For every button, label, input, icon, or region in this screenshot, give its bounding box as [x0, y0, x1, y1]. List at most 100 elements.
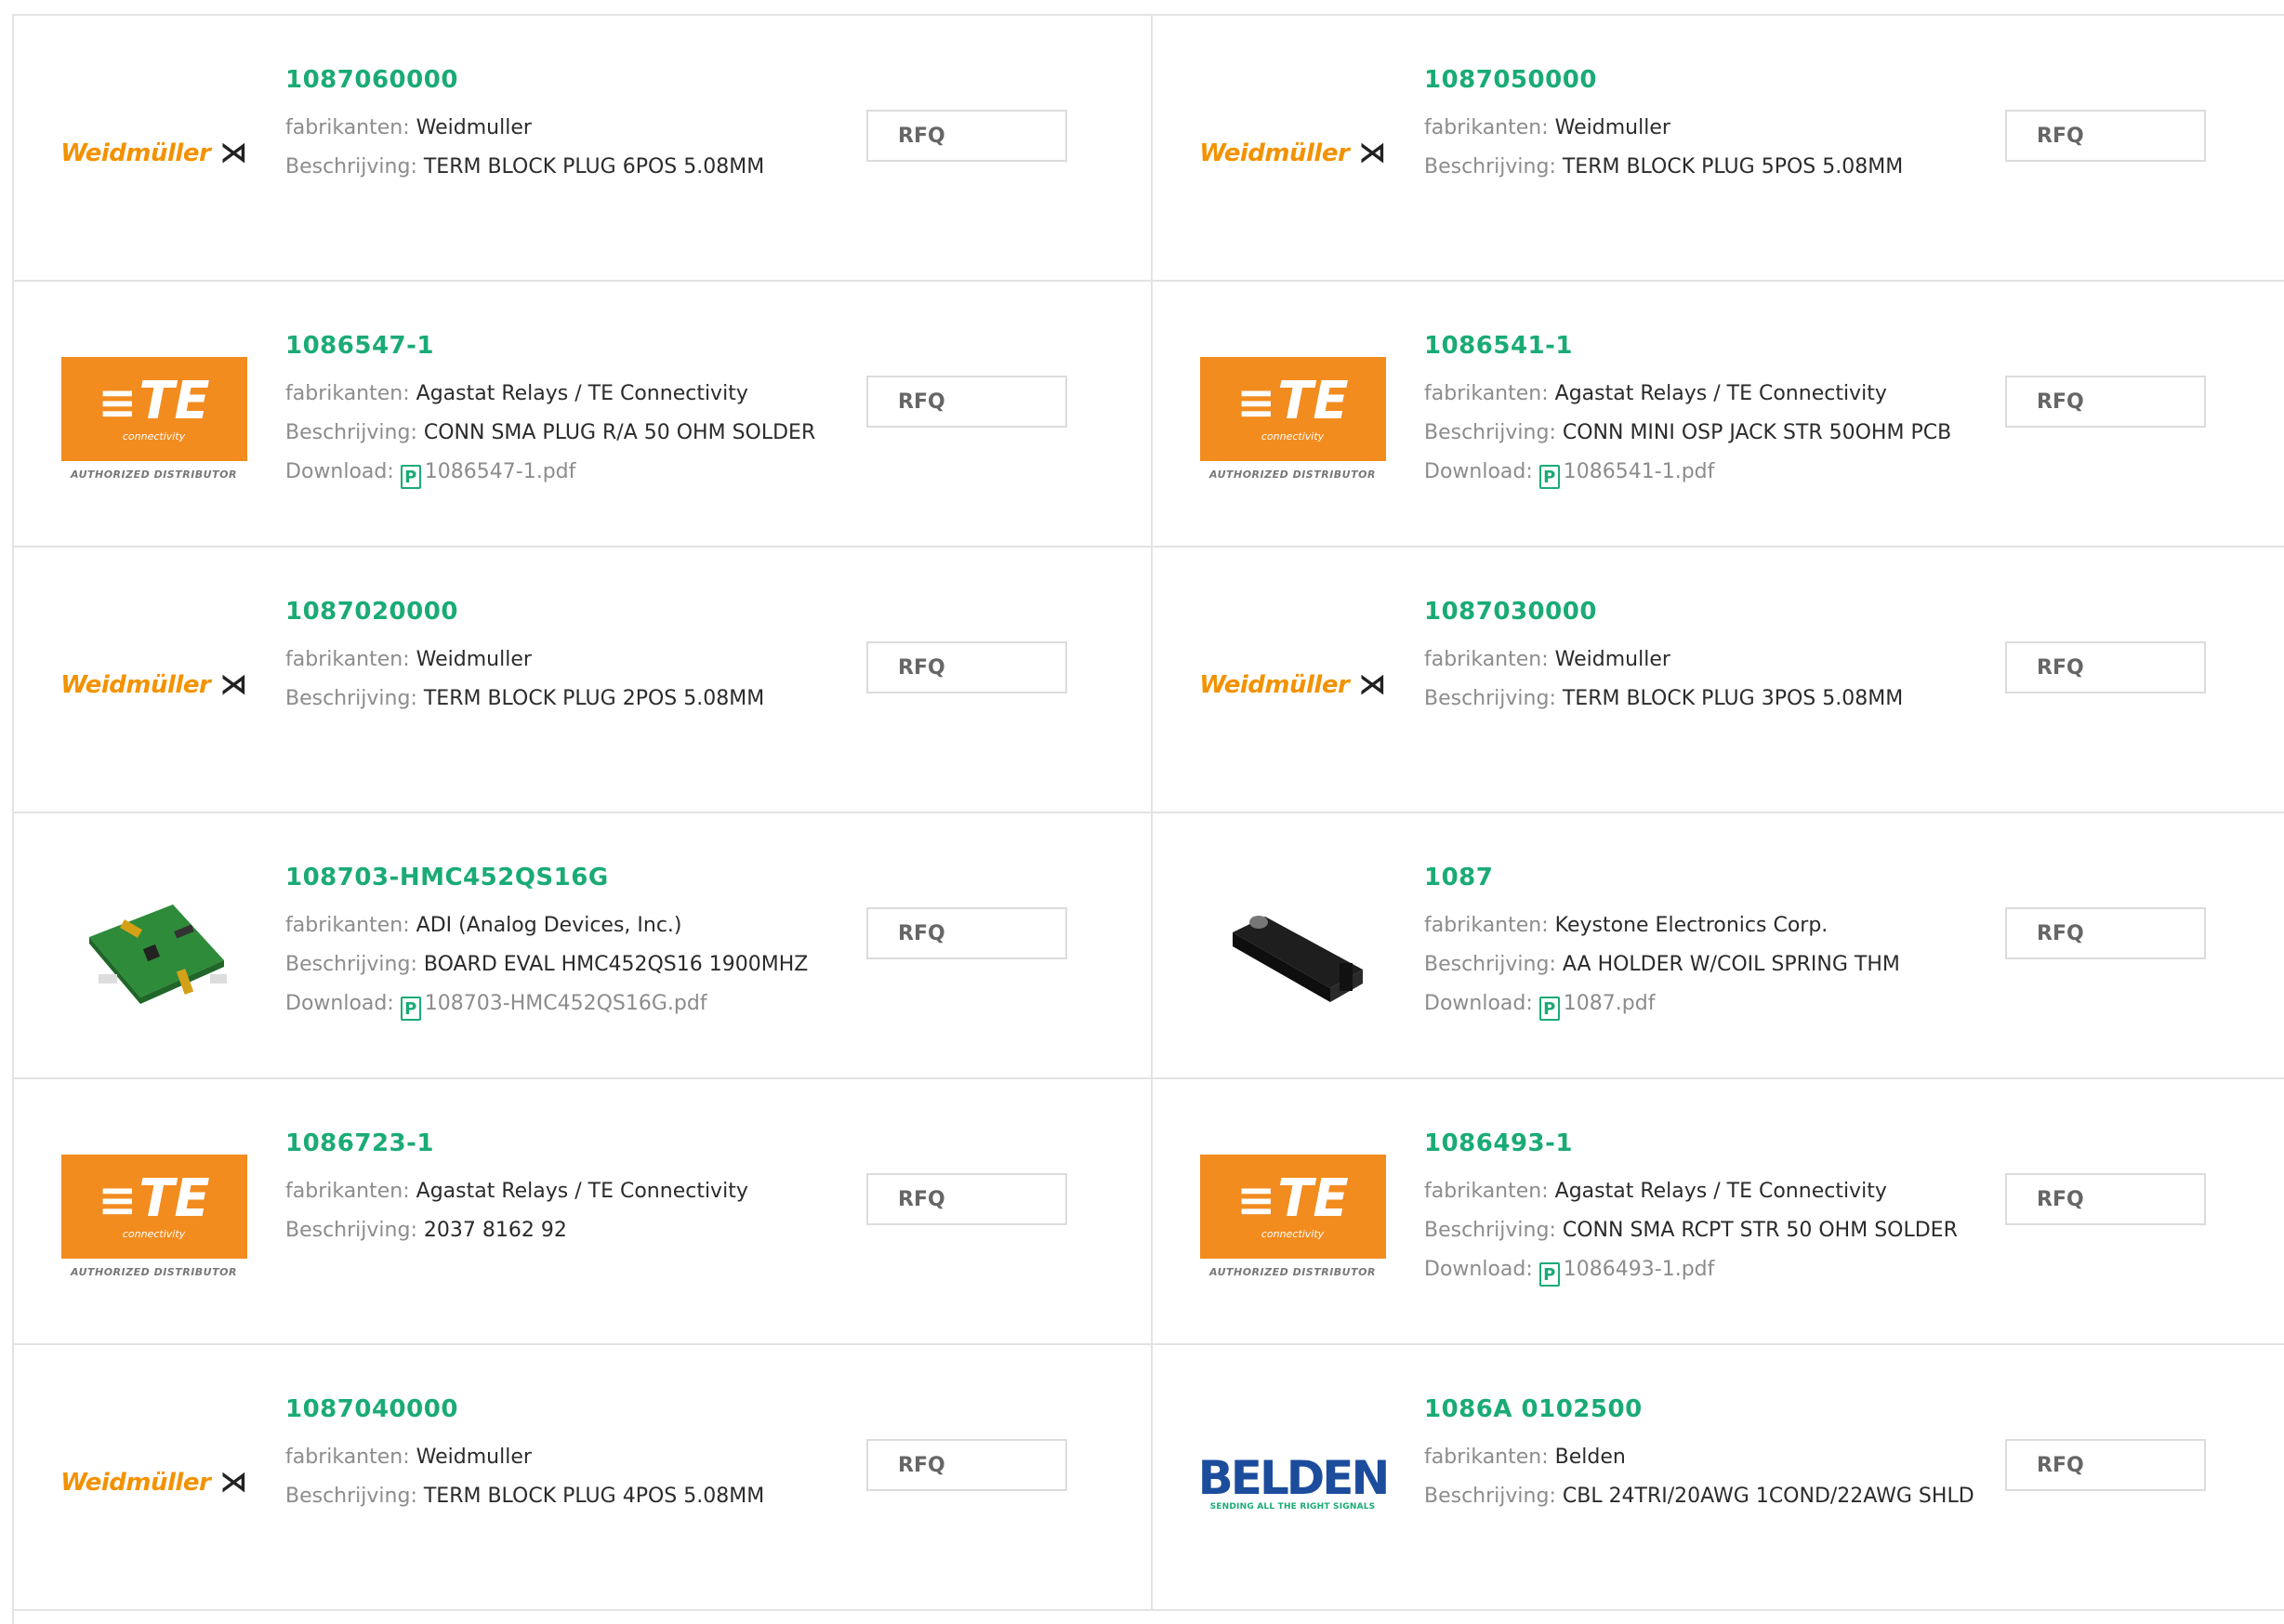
- product-info: 1086547-1 fabrikanten: Agastat Relays / …: [285, 330, 815, 492]
- manufacturer-logo[interactable]: ≡ TE connectivity AUTHORIZED DISTRIBUTOR: [59, 337, 249, 500]
- manufacturer-row: fabrikanten: Weidmuller: [285, 109, 760, 148]
- description-row: Beschrijving: TERM BLOCK PLUG 2POS 5.08M…: [285, 680, 764, 719]
- te-connectivity-logo: ≡ TE connectivity AUTHORIZED DISTRIBUTOR: [1199, 357, 1386, 481]
- manufacturer-logo[interactable]: BELDEN SENDING ALL THE RIGHT SIGNALS: [1197, 1401, 1391, 1564]
- part-number-link[interactable]: 108703-HMC452QS16G: [285, 862, 760, 893]
- part-number-link[interactable]: 1087040000: [285, 1393, 760, 1425]
- rfq-button[interactable]: RFQ: [866, 376, 1067, 428]
- manufacturer-label: fabrikanten:: [1424, 382, 1549, 405]
- manufacturer-logo[interactable]: Weidmüller ⋊: [59, 603, 249, 766]
- pdf-file-icon[interactable]: P: [1538, 1262, 1560, 1287]
- description-label: Beschrijving:: [1424, 953, 1556, 976]
- part-number-link[interactable]: 1087060000: [285, 64, 760, 96]
- rfq-button[interactable]: RFQ: [2005, 1173, 2206, 1225]
- part-number-link[interactable]: 1087: [1424, 862, 1904, 893]
- description-label: Beschrijving:: [1424, 687, 1556, 710]
- manufacturer-logo[interactable]: ≡ TE connectivity AUTHORIZED DISTRIBUTOR: [1197, 1135, 1388, 1298]
- manufacturer-value: Belden: [1554, 1446, 1626, 1469]
- manufacturer-logo[interactable]: ≡ TE connectivity AUTHORIZED DISTRIBUTOR: [59, 1135, 249, 1298]
- product-card: Weidmüller ⋊ 1087050000 fabrikanten: Weid…: [1153, 16, 2284, 282]
- manufacturer-logo[interactable]: Weidmüller ⋊: [59, 72, 249, 234]
- rfq-button[interactable]: RFQ: [866, 1173, 1067, 1225]
- description-label: Beschrijving:: [285, 1485, 417, 1508]
- manufacturer-row: fabrikanten: ADI (Analog Devices, Inc.): [285, 906, 760, 945]
- manufacturer-logo[interactable]: Weidmüller ⋊: [1197, 72, 1388, 234]
- manufacturer-label: fabrikanten:: [1424, 914, 1549, 937]
- rfq-button[interactable]: RFQ: [2005, 641, 2206, 693]
- pdf-file-icon[interactable]: P: [400, 465, 421, 489]
- pdf-file-icon[interactable]: P: [400, 997, 421, 1021]
- manufacturer-value: Weidmuller: [1554, 116, 1670, 139]
- description-label: Beschrijving:: [285, 1219, 417, 1242]
- rfq-button[interactable]: RFQ: [866, 1439, 1067, 1491]
- description-value: CONN SMA RCPT STR 50 OHM SOLDER: [1562, 1219, 1958, 1242]
- te-connectivity-logo: ≡ TE connectivity AUTHORIZED DISTRIBUTOR: [60, 357, 247, 481]
- manufacturer-logo[interactable]: Weidmüller ⋊: [1197, 603, 1388, 766]
- manufacturer-logo[interactable]: Weidmüller ⋊: [59, 1401, 249, 1564]
- product-info: 1086541-1 fabrikanten: Agastat Relays / …: [1424, 330, 1951, 492]
- description-row: Beschrijving: TERM BLOCK PLUG 3POS 5.08M…: [1424, 680, 1904, 719]
- weidmuller-logo: Weidmüller ⋊: [1199, 137, 1386, 169]
- rfq-button[interactable]: RFQ: [866, 641, 1067, 693]
- manufacturer-label: fabrikanten:: [1424, 1180, 1549, 1203]
- description-row: Beschrijving: TERM BLOCK PLUG 6POS 5.08M…: [285, 148, 764, 187]
- description-row: Beschrijving: CONN SMA RCPT STR 50 OHM S…: [1424, 1211, 1958, 1250]
- datasheet-link[interactable]: 108703-HMC452QS16G.pdf: [425, 992, 707, 1015]
- pdf-file-icon[interactable]: P: [1538, 465, 1560, 489]
- part-number-link[interactable]: 1087030000: [1424, 596, 1904, 627]
- product-info: 108703-HMC452QS16G fabrikanten: ADI (Ana…: [285, 862, 808, 1023]
- datasheet-link[interactable]: 1086541-1.pdf: [1564, 460, 1715, 483]
- part-number-link[interactable]: 1086541-1: [1424, 330, 1904, 362]
- manufacturer-label: fabrikanten:: [285, 116, 410, 139]
- part-number-link[interactable]: 1086723-1: [285, 1128, 760, 1159]
- product-card: 108703-HMC452QS16G fabrikanten: ADI (Ana…: [14, 813, 1153, 1079]
- weidmuller-logo: Weidmüller ⋊: [1199, 668, 1386, 701]
- description-row: Beschrijving: TERM BLOCK PLUG 5POS 5.08M…: [1424, 148, 1904, 187]
- rfq-button[interactable]: RFQ: [866, 907, 1067, 959]
- datasheet-link[interactable]: 1087.pdf: [1564, 992, 1656, 1015]
- product-card: ≡ TE connectivity AUTHORIZED DISTRIBUTOR 10…: [1153, 1079, 2284, 1345]
- datasheet-link[interactable]: 1086547-1.pdf: [425, 460, 576, 483]
- manufacturer-label: fabrikanten:: [1424, 1446, 1549, 1469]
- download-label: Download:: [285, 460, 394, 483]
- manufacturer-row: fabrikanten: Agastat Relays / TE Connect…: [1424, 1172, 1904, 1211]
- manufacturer-logo[interactable]: [59, 869, 249, 1032]
- product-card: Weidmüller ⋊ 1087030000 fabrikanten: Weid…: [1153, 548, 2284, 813]
- datasheet-link[interactable]: 1086493-1.pdf: [1564, 1258, 1715, 1281]
- manufacturer-label: fabrikanten:: [1424, 116, 1549, 139]
- manufacturer-row: fabrikanten: Weidmuller: [285, 1438, 760, 1477]
- manufacturer-label: fabrikanten:: [285, 1180, 410, 1203]
- part-number-link[interactable]: 1087050000: [1424, 64, 1904, 96]
- download-row: Download: P 1087.pdf: [1424, 984, 1904, 1023]
- rfq-button[interactable]: RFQ: [2005, 1439, 2206, 1491]
- part-number-link[interactable]: 1087020000: [285, 596, 760, 627]
- weidmuller-mark-icon: ⋊: [219, 1466, 247, 1499]
- product-card: Weidmüller ⋊ 1087020000 fabrikanten: Weid…: [14, 548, 1153, 813]
- rfq-button[interactable]: RFQ: [2005, 376, 2206, 428]
- product-info: 1086A 0102500 fabrikanten: Belden Beschr…: [1424, 1393, 1974, 1516]
- description-value: 2037 8162 92: [423, 1219, 567, 1242]
- battery-holder-image: [1232, 915, 1363, 1002]
- pdf-file-icon[interactable]: P: [1538, 997, 1560, 1021]
- description-label: Beschrijving:: [285, 155, 417, 178]
- part-number-link[interactable]: 1086A 0102500: [1424, 1393, 1904, 1425]
- rfq-button[interactable]: RFQ: [2005, 907, 2206, 959]
- description-value: TERM BLOCK PLUG 3POS 5.08MM: [1562, 687, 1904, 710]
- product-info: 1086723-1 fabrikanten: Agastat Relays / …: [285, 1128, 760, 1250]
- rfq-button[interactable]: RFQ: [2005, 110, 2206, 162]
- rfq-button[interactable]: RFQ: [866, 110, 1067, 162]
- description-label: Beschrijving:: [1424, 155, 1556, 178]
- description-value: BOARD EVAL HMC452QS16 1900MHZ: [423, 953, 809, 976]
- product-info: 1087060000 fabrikanten: Weidmuller Besch…: [285, 64, 764, 187]
- download-row: Download: P 108703-HMC452QS16G.pdf: [285, 984, 760, 1023]
- manufacturer-logo[interactable]: [1197, 869, 1388, 1032]
- part-number-link[interactable]: 1086547-1: [285, 330, 760, 362]
- manufacturer-value: ADI (Analog Devices, Inc.): [416, 914, 682, 937]
- manufacturer-logo[interactable]: ≡ TE connectivity AUTHORIZED DISTRIBUTOR: [1197, 337, 1388, 500]
- manufacturer-value: Weidmuller: [416, 648, 532, 671]
- description-row: Beschrijving: TERM BLOCK PLUG 4POS 5.08M…: [285, 1477, 764, 1516]
- part-number-link[interactable]: 1086493-1: [1424, 1128, 1904, 1159]
- manufacturer-row: fabrikanten: Weidmuller: [1424, 640, 1904, 680]
- weidmuller-mark-icon: ⋊: [1358, 668, 1386, 701]
- manufacturer-label: fabrikanten:: [1424, 648, 1549, 671]
